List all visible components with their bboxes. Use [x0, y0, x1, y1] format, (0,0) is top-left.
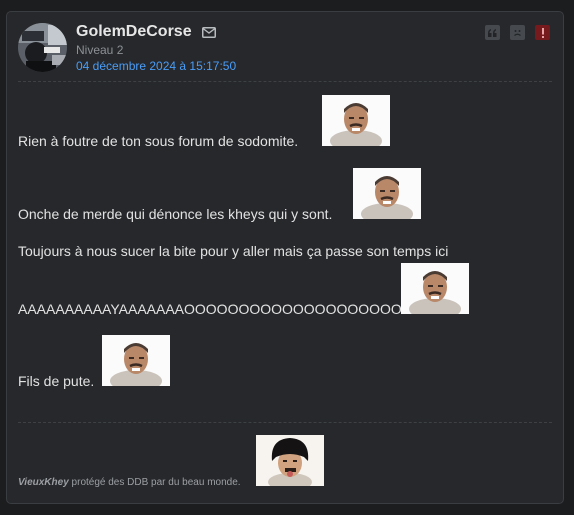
header-separator: [18, 81, 552, 82]
signature-text: protégé des DDB par du beau monde.: [71, 477, 241, 488]
message-text: Toujours à nous sucer la bite pour y all…: [18, 243, 449, 259]
report-button[interactable]: [535, 25, 550, 40]
message-line: Rien à foutre de ton sous forum de sodom…: [18, 133, 298, 149]
message-text: AAAAAAAAAAYAAAAAAAOOOOOOOOOOOOOOOOOOOO: [18, 301, 402, 317]
author-name[interactable]: GolemDeCorse: [76, 23, 192, 41]
message-line: Fils de pute.: [18, 373, 94, 389]
message-text: Onche de merde qui dénonce les kheys qui…: [18, 206, 333, 222]
forum-post: GolemDeCorse Niveau 2 04 décembre 2024 à…: [6, 11, 564, 504]
bowl-cut-sticker: [256, 435, 324, 486]
signature-separator: [18, 422, 552, 423]
signature: VieuxKhey protégé des DDB par du beau mo…: [18, 477, 241, 488]
exclamation-icon: [541, 27, 544, 38]
post-date-link[interactable]: 04 décembre 2024 à 15:17:50: [76, 59, 236, 73]
risitas-sticker: [353, 168, 421, 219]
post-actions: [485, 25, 550, 40]
avatar[interactable]: [18, 23, 67, 72]
message-line: Toujours à nous sucer la bite pour y all…: [18, 243, 448, 259]
risitas-sticker: [102, 335, 170, 386]
message-text: Rien à foutre de ton sous forum de sodom…: [18, 133, 299, 149]
envelope-icon[interactable]: [202, 27, 216, 38]
signature-author[interactable]: VieuxKhey: [18, 477, 69, 488]
quote-button[interactable]: [485, 25, 500, 40]
risitas-sticker: [401, 263, 469, 314]
risitas-sticker: [322, 95, 390, 146]
message-line: Onche de merde qui dénonce les kheys qui…: [18, 206, 332, 222]
quote-icon: [488, 28, 497, 37]
ignore-button[interactable]: [510, 25, 525, 40]
author-level: Niveau 2: [76, 43, 124, 57]
message-line: AAAAAAAAAAYAAAAAAAOOOOOOOOOOOOOOOOOOOO: [18, 301, 402, 317]
avatar-image: [18, 23, 67, 72]
message-text: Fils de pute.: [18, 373, 95, 389]
sad-face-icon: [514, 30, 521, 37]
